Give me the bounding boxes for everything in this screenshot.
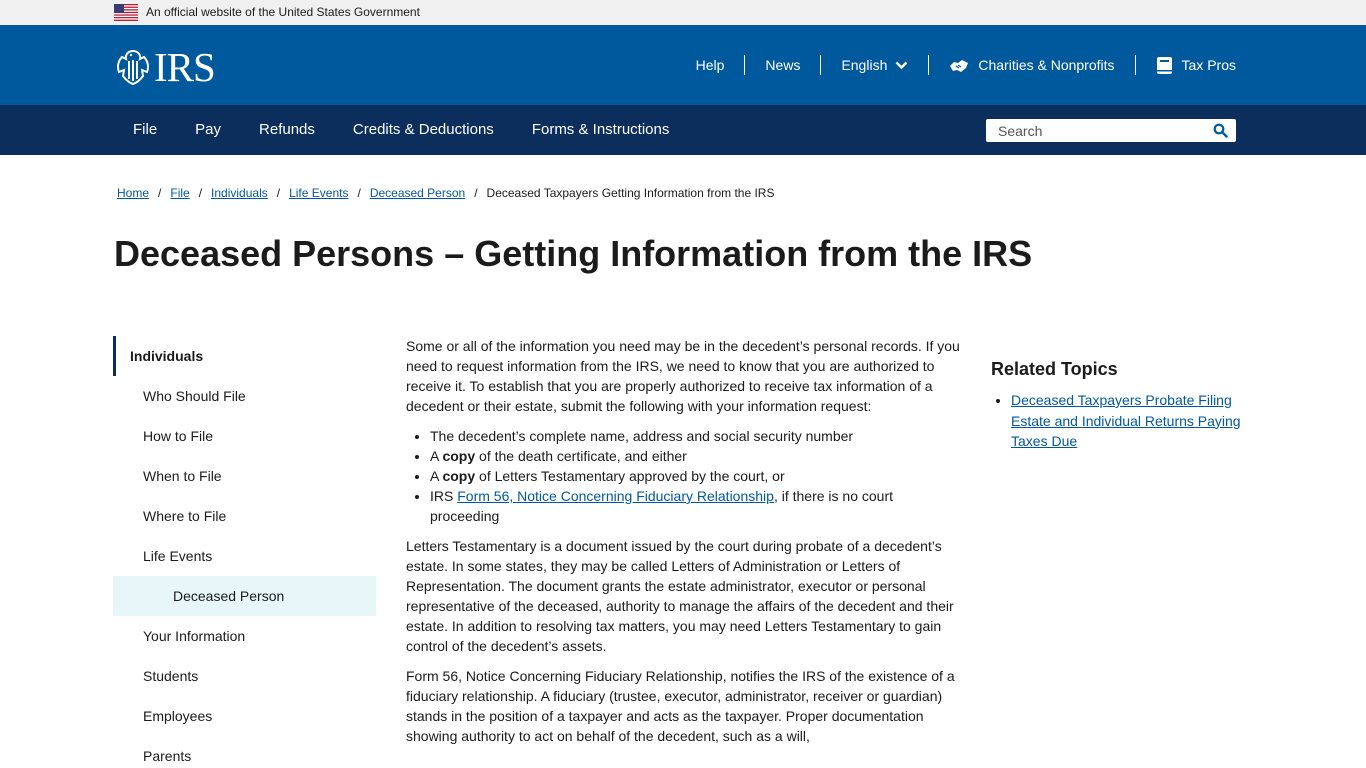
search-box <box>986 119 1236 142</box>
news-link-label: News <box>765 57 801 73</box>
tax-pros-label: Tax Pros <box>1181 57 1236 73</box>
main-navigation: File Pay Refunds Credits & Deductions Fo… <box>0 105 1366 155</box>
requirements-list: The decedent’s complete name, address an… <box>430 426 962 526</box>
page-title: Deceased Persons – Getting Information f… <box>114 233 1033 274</box>
breadcrumb-separator: / <box>357 186 361 200</box>
sidebar-item-employees[interactable]: Employees <box>113 696 376 736</box>
irs-logo[interactable]: IRS <box>114 44 216 90</box>
breadcrumb-separator: / <box>158 186 162 200</box>
language-select[interactable]: English <box>821 55 930 75</box>
sidebar-item-where-to-file[interactable]: Where to File <box>113 496 376 536</box>
related-topics-list: Deceased Taxpayers Probate Filing Estate… <box>1011 390 1251 452</box>
form-56-paragraph: Form 56, Notice Concerning Fiduciary Rel… <box>406 668 955 744</box>
nav-item-pay[interactable]: Pay <box>176 105 240 155</box>
tax-pros-link[interactable]: Tax Pros <box>1136 55 1236 75</box>
search-input[interactable] <box>986 119 1206 142</box>
list-item-text: A <box>430 468 443 484</box>
related-topics: Related Topics Deceased Taxpayers Probat… <box>991 357 1251 452</box>
news-link[interactable]: News <box>745 55 822 75</box>
sidebar-nav: Individuals Who Should File How to File … <box>113 336 376 768</box>
list-item-text: of the death certificate, and either <box>475 448 687 464</box>
form-56-link[interactable]: Form 56, Notice Concerning Fiduciary Rel… <box>457 488 774 504</box>
chevron-down-icon <box>895 61 908 70</box>
list-item: The decedent’s complete name, address an… <box>430 426 962 446</box>
sidebar-item-students[interactable]: Students <box>113 656 376 696</box>
intro-paragraph: Some or all of the information you need … <box>406 338 960 414</box>
breadcrumb-separator: / <box>474 186 478 200</box>
site-header: IRS Help News English Charities & Nonpro… <box>0 25 1366 105</box>
list-item-text: IRS <box>430 488 458 504</box>
list-item-text: The decedent’s complete name, address an… <box>430 428 854 444</box>
breadcrumb-separator: / <box>198 186 203 200</box>
logo-text: IRS <box>154 44 216 90</box>
header-top-links: Help News English Charities & Nonprofits <box>676 25 1236 105</box>
related-topics-heading: Related Topics <box>991 359 1118 379</box>
charities-nonprofits-label: Charities & Nonprofits <box>978 57 1115 73</box>
breadcrumb-home[interactable]: Home <box>117 186 149 200</box>
list-item: Deceased Taxpayers Probate Filing Estate… <box>1011 390 1251 452</box>
nav-item-credits-deductions[interactable]: Credits & Deductions <box>334 105 513 155</box>
letters-testamentary-paragraph: Letters Testamentary is a document issue… <box>406 538 954 654</box>
list-item-text: of Letters Testamentary approved by the … <box>475 468 785 484</box>
nav-item-refunds[interactable]: Refunds <box>240 105 334 155</box>
list-item: A copy of Letters Testamentary approved … <box>430 466 962 486</box>
list-item-bold: copy <box>442 468 476 484</box>
nav-item-file[interactable]: File <box>114 105 176 155</box>
nav-item-forms-instructions[interactable]: Forms & Instructions <box>513 105 689 155</box>
sidebar-item-parents[interactable]: Parents <box>113 736 376 768</box>
list-item: IRS Form 56, Notice Concerning Fiduciary… <box>430 486 962 526</box>
help-link[interactable]: Help <box>676 55 746 75</box>
breadcrumb-deceased-person[interactable]: Deceased Person <box>370 186 465 200</box>
handshake-icon <box>949 57 969 74</box>
breadcrumb-file[interactable]: File <box>170 186 189 200</box>
sidebar-heading-individuals[interactable]: Individuals <box>113 336 376 376</box>
us-flag-icon <box>114 4 138 21</box>
sidebar-item-your-information[interactable]: Your Information <box>113 616 376 656</box>
sidebar-item-deceased-person[interactable]: Deceased Person <box>113 576 376 616</box>
eagle-icon <box>117 49 149 86</box>
sidebar-item-when-to-file[interactable]: When to File <box>113 456 376 496</box>
help-link-label: Help <box>695 57 725 73</box>
list-item-text: A <box>430 448 443 464</box>
sidebar-item-life-events[interactable]: Life Events <box>113 536 376 576</box>
list-item: A copy of the death certificate, and eit… <box>430 446 962 466</box>
breadcrumb-current: Deceased Taxpayers Getting Information f… <box>486 186 775 200</box>
list-item-bold: copy <box>442 448 476 464</box>
gov-banner-text: An official website of the United States… <box>146 5 420 19</box>
language-select-label: English <box>841 57 888 73</box>
gov-banner: An official website of the United States… <box>0 0 1366 25</box>
sidebar-item-who-should-file[interactable]: Who Should File <box>113 376 376 416</box>
main-content: Some or all of the information you need … <box>406 336 962 756</box>
sidebar-item-how-to-file[interactable]: How to File <box>113 416 376 456</box>
related-topic-link[interactable]: Deceased Taxpayers Probate Filing Estate… <box>1011 392 1241 449</box>
breadcrumb-life-events[interactable]: Life Events <box>289 186 348 200</box>
breadcrumb-individuals[interactable]: Individuals <box>211 186 268 200</box>
search-icon[interactable] <box>1213 123 1228 138</box>
breadcrumb-separator: / <box>276 186 281 200</box>
book-icon <box>1156 56 1173 75</box>
charities-nonprofits-link[interactable]: Charities & Nonprofits <box>929 55 1136 75</box>
breadcrumb: Home / File / Individuals / Life Events … <box>117 186 774 200</box>
